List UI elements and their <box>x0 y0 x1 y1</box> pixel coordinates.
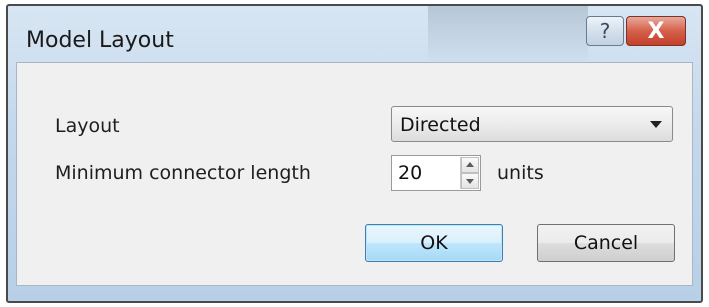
close-icon: X <box>647 18 665 44</box>
dialog-title: Model Layout <box>26 28 174 53</box>
min-connector-length-stepper[interactable]: 20 <box>391 155 481 191</box>
help-button[interactable]: ? <box>586 16 624 46</box>
background-window-edge <box>428 6 588 62</box>
caret-up-icon <box>466 162 474 167</box>
question-mark-icon: ? <box>599 19 611 43</box>
ok-button[interactable]: OK <box>365 224 503 262</box>
layout-label: Layout <box>55 115 120 137</box>
layout-dropdown-value: Directed <box>400 114 481 136</box>
chevron-down-icon <box>650 121 662 128</box>
min-connector-length-value[interactable]: 20 <box>398 162 422 184</box>
min-connector-length-label: Minimum connector length <box>55 162 311 184</box>
units-label: units <box>497 162 544 184</box>
stepper-buttons <box>460 157 479 189</box>
model-layout-dialog: Model Layout ? X Layout Directed Minimum… <box>6 4 703 303</box>
caret-down-icon <box>466 179 474 184</box>
close-button[interactable]: X <box>626 16 686 46</box>
stepper-up-button[interactable] <box>461 157 479 173</box>
title-bar[interactable]: Model Layout ? X <box>8 6 701 62</box>
cancel-button[interactable]: Cancel <box>537 224 675 262</box>
stepper-down-button[interactable] <box>461 173 479 189</box>
dialog-body: Layout Directed Minimum connector length… <box>16 62 693 286</box>
layout-dropdown[interactable]: Directed <box>391 106 673 142</box>
